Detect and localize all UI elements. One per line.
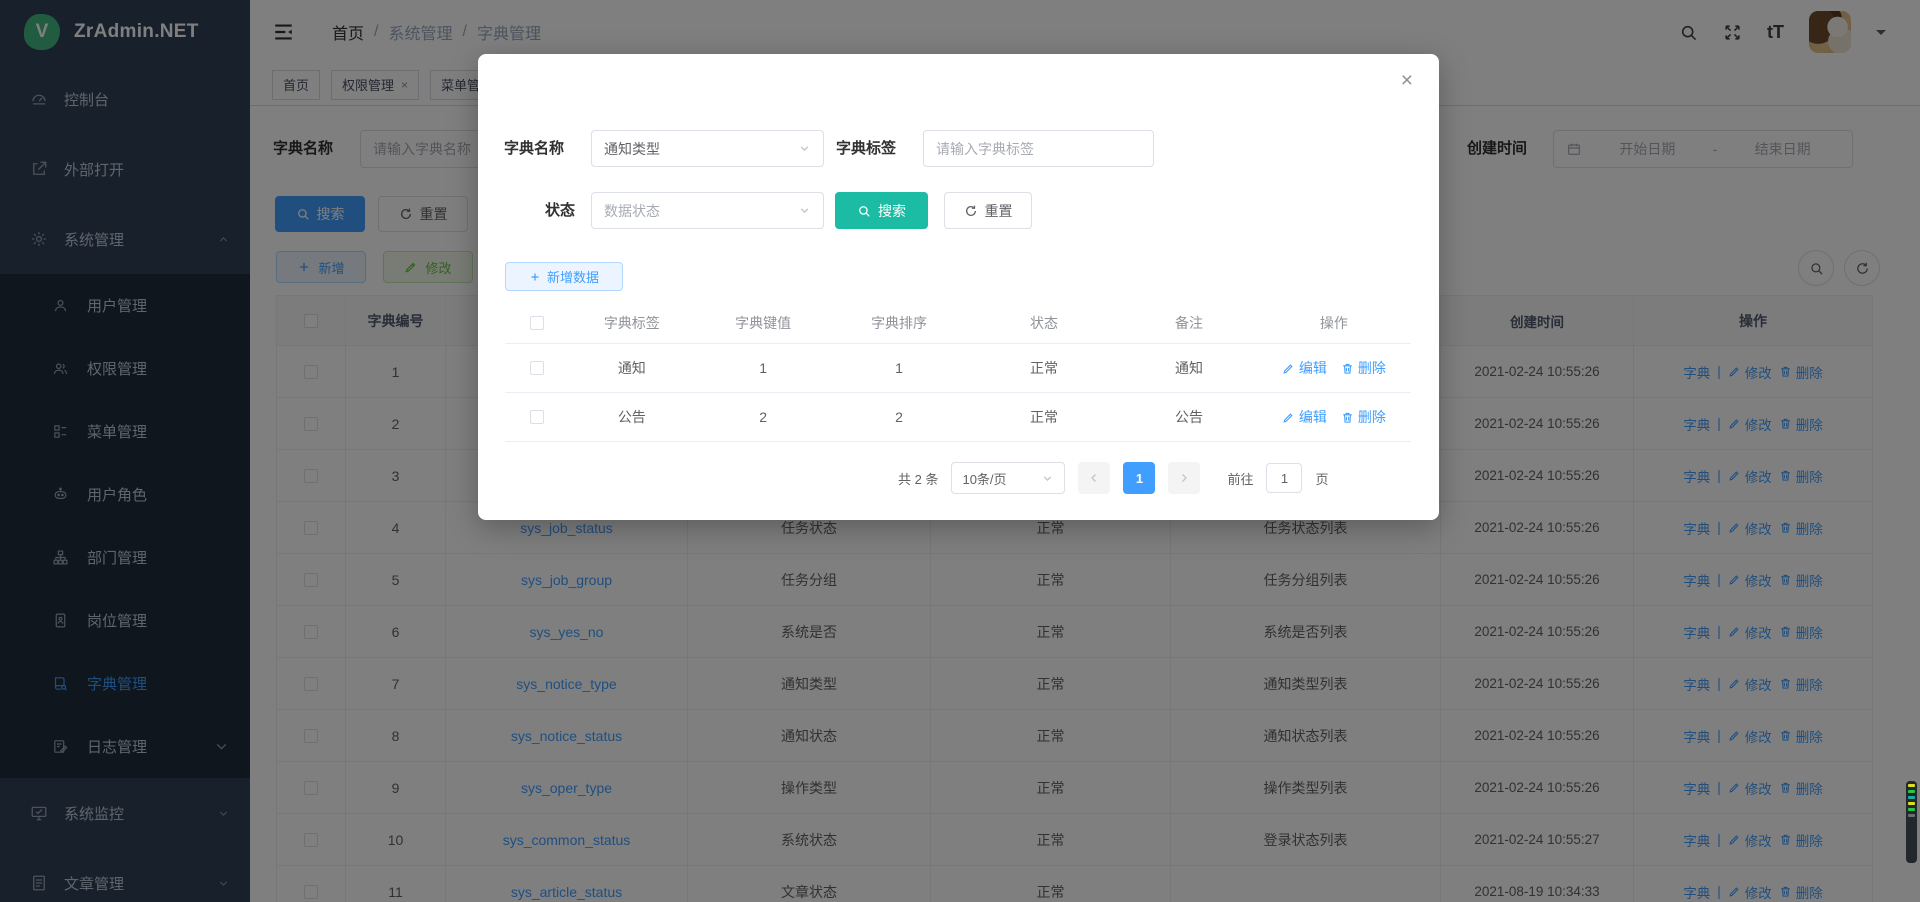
link-label: 删除 — [1358, 407, 1386, 427]
goto-label: 前往 — [1227, 469, 1253, 488]
chevron-left-icon — [1088, 472, 1100, 484]
button-label: 重置 — [985, 201, 1013, 221]
cell-dict-sort: 2 — [831, 393, 967, 441]
row-checkbox[interactable] — [530, 410, 544, 424]
page-number-button[interactable]: 1 — [1123, 462, 1155, 494]
dialog-dict-label-input[interactable]: 请输入字典标签 — [923, 130, 1154, 167]
page-unit-label: 页 — [1315, 469, 1328, 488]
trash-icon — [1341, 362, 1354, 375]
plus-icon — [529, 271, 541, 283]
next-page-button[interactable] — [1168, 462, 1200, 494]
button-label: 新增数据 — [547, 267, 599, 286]
app-window: V ZrAdmin.NET 控制台 外部打开 系统管理 用户管理 — [0, 0, 1920, 902]
dialog-add-data-button[interactable]: 新增数据 — [505, 262, 623, 291]
header-remark: 备注 — [1121, 303, 1257, 343]
chevron-down-icon — [1041, 472, 1054, 485]
row-edit-link[interactable]: 编辑 — [1282, 358, 1327, 378]
chevron-right-icon — [1178, 472, 1190, 484]
dialog-pagination: 共 2 条 10条/页 1 前往 1 页 — [898, 462, 1329, 494]
input-placeholder: 请输入字典标签 — [936, 139, 1034, 159]
chevron-down-icon — [798, 142, 811, 155]
trash-icon — [1341, 411, 1354, 424]
cell-dict-label: 公告 — [568, 393, 695, 441]
row-checkbox[interactable] — [530, 361, 544, 375]
pagination-total: 共 2 条 — [898, 469, 938, 488]
prev-page-button[interactable] — [1078, 462, 1110, 494]
dialog-table-body: 通知 1 1 正常 通知 编辑 删除 — [505, 344, 1411, 442]
search-icon — [857, 204, 871, 218]
dialog-dict-name-label: 字典名称 — [504, 130, 564, 167]
select-value: 通知类型 — [604, 139, 660, 159]
cell-remark: 公告 — [1121, 393, 1257, 441]
header-ops: 操作 — [1257, 303, 1411, 343]
header-dict-sort: 字典排序 — [831, 303, 967, 343]
cell-dict-value: 2 — [695, 393, 831, 441]
table-row: 公告 2 2 正常 公告 编辑 删除 — [505, 393, 1411, 442]
select-all-checkbox[interactable] — [530, 316, 544, 330]
goto-page-input[interactable]: 1 — [1266, 463, 1302, 493]
link-label: 编辑 — [1299, 407, 1327, 427]
close-icon[interactable]: × — [1401, 70, 1413, 91]
chevron-down-icon — [798, 204, 811, 217]
cell-ops: 编辑 删除 — [1257, 344, 1411, 392]
refresh-icon — [964, 204, 978, 218]
cell-dict-label: 通知 — [568, 344, 695, 392]
select-value: 10条/页 — [962, 469, 1006, 488]
header-status: 状态 — [967, 303, 1121, 343]
cell-dict-sort: 1 — [831, 344, 967, 392]
pencil-icon — [1282, 362, 1295, 375]
link-label: 编辑 — [1299, 358, 1327, 378]
dict-data-table: 字典标签 字典键值 字典排序 状态 备注 操作 通知 1 1 正常 通知 — [505, 303, 1411, 442]
dialog-search-button[interactable]: 搜索 — [835, 192, 928, 229]
row-delete-link[interactable]: 删除 — [1341, 358, 1386, 378]
dialog-reset-button[interactable]: 重置 — [944, 192, 1032, 229]
header-dict-label: 字典标签 — [568, 303, 695, 343]
dialog-table-header: 字典标签 字典键值 字典排序 状态 备注 操作 — [505, 303, 1411, 344]
cell-remark: 通知 — [1121, 344, 1257, 392]
scrollbar-thumb[interactable] — [1906, 781, 1917, 863]
row-delete-link[interactable]: 删除 — [1341, 407, 1386, 427]
cell-status: 正常 — [967, 393, 1121, 441]
select-placeholder: 数据状态 — [604, 201, 660, 221]
dialog-status-label: 状态 — [545, 192, 575, 229]
cell-ops: 编辑 删除 — [1257, 393, 1411, 441]
page-size-select[interactable]: 10条/页 — [951, 462, 1065, 494]
row-edit-link[interactable]: 编辑 — [1282, 407, 1327, 427]
dialog-dict-name-select[interactable]: 通知类型 — [591, 130, 824, 167]
button-label: 搜索 — [878, 201, 906, 221]
cell-status: 正常 — [967, 344, 1121, 392]
header-dict-value: 字典键值 — [695, 303, 831, 343]
table-row: 通知 1 1 正常 通知 编辑 删除 — [505, 344, 1411, 393]
cell-dict-value: 1 — [695, 344, 831, 392]
dict-data-dialog: × 字典名称 通知类型 字典标签 请输入字典标签 状态 数据状态 搜索 重置 新… — [478, 54, 1439, 520]
dialog-status-select[interactable]: 数据状态 — [591, 192, 824, 229]
dialog-dict-label-label: 字典标签 — [836, 130, 896, 167]
link-label: 删除 — [1358, 358, 1386, 378]
pencil-icon — [1282, 411, 1295, 424]
